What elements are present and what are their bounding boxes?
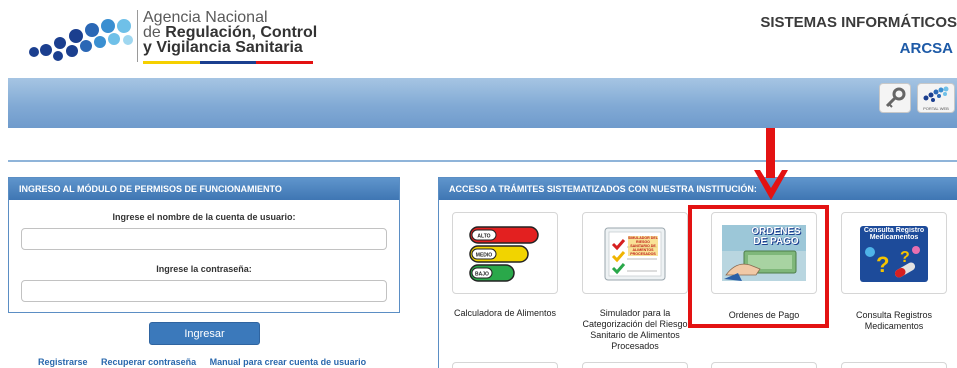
agency-line-1: Agencia Nacional <box>143 9 268 26</box>
flag-stripe <box>143 61 314 64</box>
svg-text:?: ? <box>876 252 889 277</box>
system-title: SISTEMAS INFORMÁTICOS <box>760 14 957 31</box>
checklist-icon: SIMULADOR DEL RIESGO SANITARIO DE ALIMEN… <box>604 227 666 281</box>
svg-text:MEDIO: MEDIO <box>476 253 493 259</box>
agency-name: Agencia Nacional de Regulación, Control … <box>143 9 318 56</box>
tile-consulta-medicamentos[interactable]: Consulta Registro Medicamentos ? ? <box>841 212 947 294</box>
tile-row2-2[interactable] <box>582 362 688 368</box>
username-label: Ingrese el nombre de la cuenta de usuari… <box>112 212 296 222</box>
login-panel: INGRESO AL MÓDULO DE PERMISOS DE FUNCION… <box>8 177 400 313</box>
arrow-down-icon <box>754 128 788 200</box>
agency-line-2: de Regulación, Control <box>143 24 318 41</box>
tile-consulta-medicamentos-label[interactable]: Consulta Registros Medicamentos <box>834 310 954 332</box>
svg-text:BAJO: BAJO <box>475 272 489 278</box>
traffic-light-icon: ALTO MEDIO BAJO <box>469 226 539 282</box>
svg-text:ALTO: ALTO <box>477 234 490 240</box>
tile-row2-3[interactable] <box>711 362 817 368</box>
username-input[interactable] <box>21 228 387 250</box>
svg-text:?: ? <box>900 249 910 266</box>
logo-divider <box>137 10 138 62</box>
portal-web-button[interactable]: PORTAL WEB <box>917 83 955 113</box>
header-rule <box>8 160 957 162</box>
arcsa-logo-icon <box>29 19 133 61</box>
tile-simulador-riesgo[interactable]: SIMULADOR DEL RIESGO SANITARIO DE ALIMEN… <box>582 212 688 294</box>
tile-row2-4[interactable] <box>841 362 947 368</box>
page: Agencia Nacional de Regulación, Control … <box>0 0 957 368</box>
services-panel-title: ACCESO A TRÁMITES SISTEMATIZADOS CON NUE… <box>439 178 957 200</box>
recover-password-link[interactable]: Recuperar contraseña <box>101 357 196 367</box>
key-icon <box>885 87 906 108</box>
tile-simulador-riesgo-label[interactable]: Simulador para la Categorización del Rie… <box>575 308 695 352</box>
tile-calculadora-alimentos[interactable]: ALTO MEDIO BAJO <box>452 212 558 294</box>
login-links: Registrarse Recuperar contraseña Manual … <box>38 357 377 367</box>
login-panel-title: INGRESO AL MÓDULO DE PERMISOS DE FUNCION… <box>9 178 399 200</box>
portal-web-label: PORTAL WEB <box>923 106 949 111</box>
tile-calculadora-alimentos-label[interactable]: Calculadora de Alimentos <box>445 308 565 319</box>
password-input[interactable] <box>21 280 387 302</box>
highlight-box <box>688 205 829 328</box>
register-link[interactable]: Registrarse <box>38 357 88 367</box>
password-label: Ingrese la contraseña: <box>156 264 252 274</box>
tile-row2-1[interactable] <box>452 362 558 368</box>
login-submit-button[interactable]: Ingresar <box>149 322 260 345</box>
login-key-button[interactable] <box>879 83 911 113</box>
system-subtitle: ARCSA <box>899 40 953 57</box>
header-band <box>8 78 957 128</box>
medicine-query-icon: Consulta Registro Medicamentos ? ? <box>860 226 928 282</box>
account-manual-link[interactable]: Manual para crear cuenta de usuario <box>210 357 367 367</box>
agency-line-3: y Vigilancia Sanitaria <box>143 39 303 56</box>
portal-web-icon <box>923 86 949 102</box>
